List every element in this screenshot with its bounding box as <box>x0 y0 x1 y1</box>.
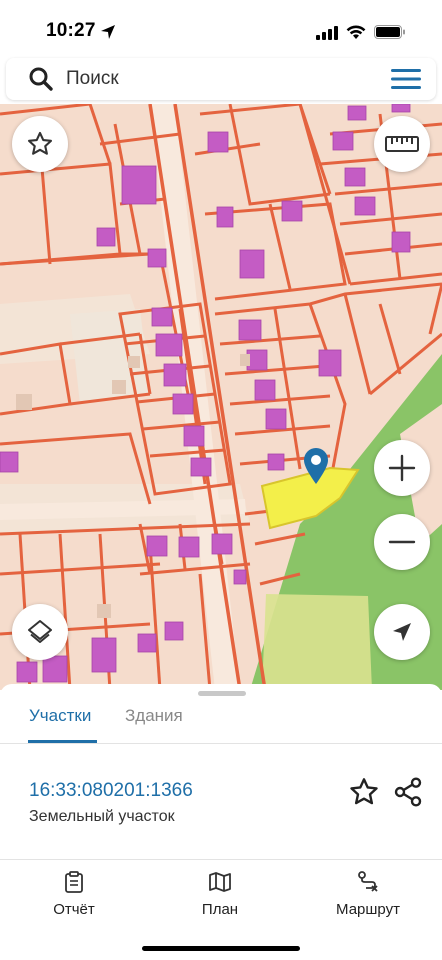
search-icon[interactable] <box>28 66 54 92</box>
menu-icon[interactable] <box>390 67 422 91</box>
cadastral-number[interactable]: 16:33:080201:1366 <box>29 780 193 802</box>
parcel-type: Земельный участок <box>29 808 175 825</box>
parcel-card[interactable]: 16:33:080201:1366 Земельный участок <box>0 744 442 860</box>
location-arrow-icon <box>101 25 115 39</box>
clipboard-icon <box>65 871 83 893</box>
share-icon[interactable] <box>392 776 424 808</box>
layers-button[interactable] <box>12 604 68 660</box>
ruler-button[interactable] <box>374 116 430 172</box>
search-input[interactable] <box>66 68 366 90</box>
ruler-icon <box>385 136 419 152</box>
nav-route[interactable]: Маршрут <box>318 870 418 918</box>
tab-parcels[interactable]: Участки <box>29 706 91 726</box>
navigation-arrow-icon <box>393 623 411 641</box>
cellular-signal-icon <box>316 26 338 40</box>
bottom-sheet: Участки Здания 16:33:080201:1366 Земельн… <box>0 684 442 960</box>
nav-plan-label: План <box>201 901 239 918</box>
nav-route-label: Маршрут <box>336 901 400 918</box>
layers-icon <box>28 620 52 643</box>
sheet-drag-handle[interactable] <box>198 691 246 696</box>
map-canvas[interactable] <box>0 104 442 690</box>
route-icon <box>358 871 378 892</box>
status-bar: 10:27 <box>0 0 442 58</box>
plus-icon <box>388 454 416 482</box>
favorite-button[interactable] <box>12 116 68 172</box>
star-icon[interactable] <box>348 776 380 808</box>
minus-icon <box>388 540 416 544</box>
status-time: 10:27 <box>46 20 96 41</box>
cadastral-map[interactable] <box>0 104 442 690</box>
star-icon <box>27 131 53 155</box>
battery-icon <box>374 25 405 39</box>
zoom-in-button[interactable] <box>374 440 430 496</box>
active-tab-indicator <box>28 740 97 743</box>
map-icon <box>209 872 231 892</box>
tab-buildings[interactable]: Здания <box>125 706 183 726</box>
nav-report-label: Отчёт <box>53 901 95 918</box>
locate-me-button[interactable] <box>374 604 430 660</box>
search-bar <box>6 58 436 100</box>
tab-bar: Участки Здания <box>0 700 442 744</box>
nav-plan[interactable]: План <box>170 870 270 918</box>
nav-report[interactable]: Отчёт <box>24 870 124 918</box>
zoom-out-button[interactable] <box>374 514 430 570</box>
bottom-navigation: Отчёт План Маршрут <box>0 860 442 960</box>
home-indicator <box>142 946 300 951</box>
wifi-icon <box>346 25 366 39</box>
